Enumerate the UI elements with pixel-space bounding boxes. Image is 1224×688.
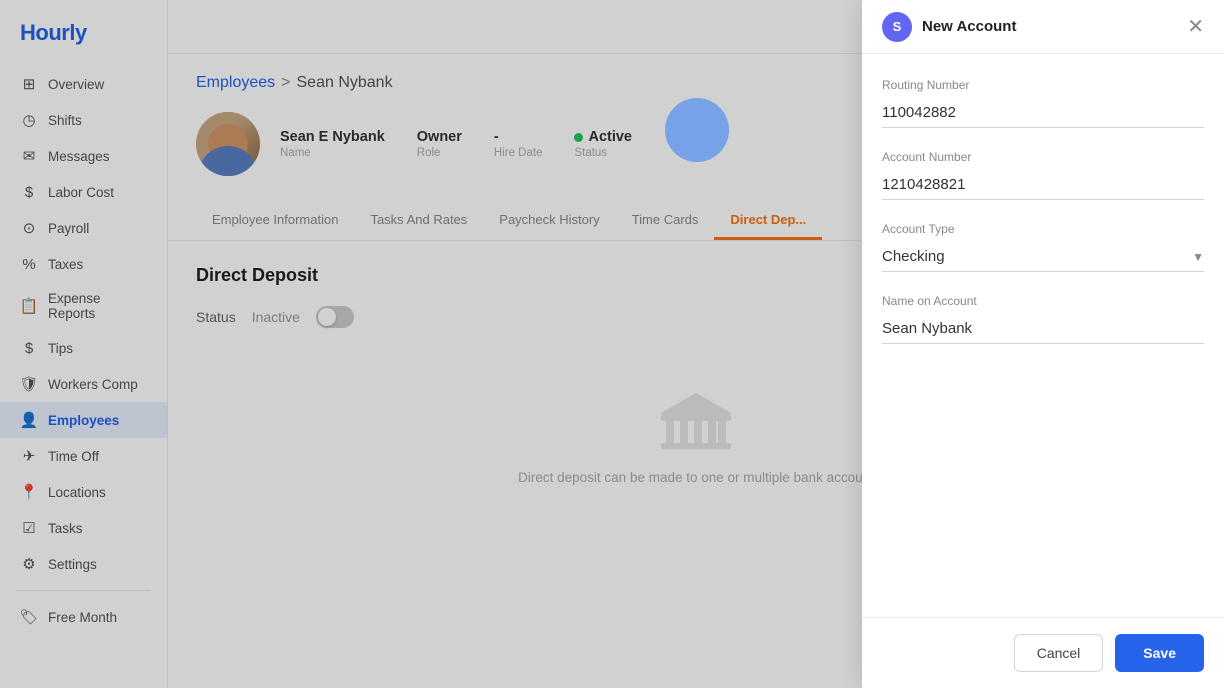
name-on-account-field: Name on Account [882,294,1204,344]
routing-number-label: Routing Number [882,78,1204,92]
name-on-account-input[interactable] [882,314,1204,344]
account-number-label: Account Number [882,150,1204,164]
routing-number-field: Routing Number [882,78,1204,128]
cancel-button[interactable]: Cancel [1014,634,1104,672]
panel-title: New Account [922,18,1016,35]
panel-avatar: S [882,12,912,42]
account-type-select[interactable]: Checking Savings [882,242,1204,272]
panel-header-left: S New Account [882,12,1016,42]
account-number-field: Account Number [882,150,1204,200]
new-account-panel: S New Account ✕ Routing Number Account N… [862,0,1224,688]
account-type-select-wrapper: Checking Savings ▼ [882,242,1204,272]
account-type-field: Account Type Checking Savings ▼ [882,222,1204,272]
account-type-label: Account Type [882,222,1204,236]
panel-close-button[interactable]: ✕ [1187,17,1204,37]
account-number-input[interactable] [882,170,1204,200]
panel-body: Routing Number Account Number Account Ty… [862,54,1224,617]
name-on-account-label: Name on Account [882,294,1204,308]
save-button[interactable]: Save [1115,634,1204,672]
panel-header: S New Account ✕ [862,0,1224,54]
panel-footer: Cancel Save [862,617,1224,688]
routing-number-input[interactable] [882,98,1204,128]
